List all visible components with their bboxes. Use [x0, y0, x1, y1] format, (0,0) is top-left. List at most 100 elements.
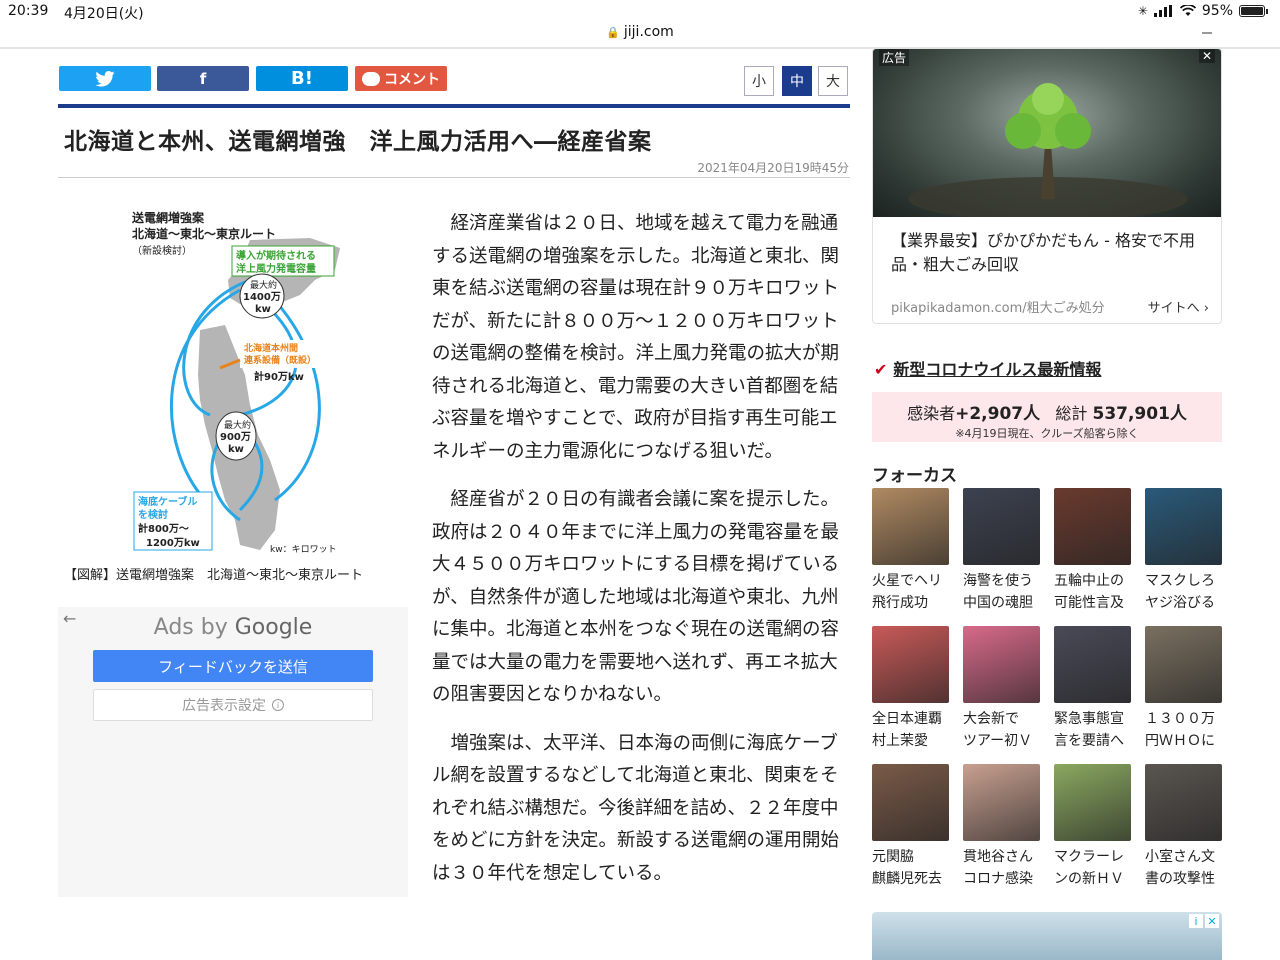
figure-cable-3: 計800万～	[138, 522, 189, 535]
focus-thumbnail	[963, 764, 1040, 841]
font-size-large-button[interactable]: 大	[818, 66, 848, 96]
focus-thumbnail	[1145, 764, 1222, 841]
article-paragraph: 経済産業省は２０日、地域を越えて電力を融通する送電網の増強案を示した。北海道と東…	[432, 213, 840, 462]
focus-item[interactable]: 火星でヘリ 飛行成功	[872, 488, 949, 614]
font-size-medium-button[interactable]: 中	[782, 66, 812, 96]
bottom-ad[interactable]: i ✕	[872, 912, 1222, 960]
focus-caption: 緊急事態宣 言を要請へ	[1054, 711, 1124, 749]
figure-max1-b: 1400万	[243, 291, 281, 303]
focus-caption: 五輪中止の 可能性言及	[1054, 573, 1124, 611]
focus-thumbnail	[1145, 488, 1222, 565]
send-feedback-button[interactable]: フィードバックを送信	[93, 650, 373, 682]
figure-heading-2: 北海道～東北～東京ルート	[132, 226, 276, 241]
focus-item[interactable]: 全日本連覇 村上茉愛	[872, 626, 949, 752]
focus-thumbnail	[1054, 626, 1131, 703]
sponsored-ad-card[interactable]: 広告 ✕ 【業界最安】ぴかぴかだもん - 格安で不用品・粗大ごみ回収 pikap…	[872, 48, 1222, 324]
comment-button[interactable]: コメント	[355, 66, 447, 91]
tree-illustration	[908, 83, 1188, 221]
ad-image	[873, 49, 1221, 221]
focus-caption: 元関脇 麒麟児死去	[872, 849, 942, 887]
article-figure[interactable]: 送電網増強案 北海道～東北～東京ルート （新設検討） 導入が期待される 洋上風力…	[100, 200, 400, 560]
figure-max2-a: 最大約	[224, 419, 251, 431]
ad-site-link[interactable]: サイトへ ›	[1148, 297, 1209, 316]
article-paragraph: 増強案は、太平洋、日本海の両側に海底ケーブル網を設置するなどして北海道と東北、関…	[432, 732, 840, 884]
figure-heading-1: 送電網増強案	[131, 210, 205, 225]
figure-max2-b: 900万	[220, 431, 251, 443]
focus-item[interactable]: マスクしろ ヤジ浴びる	[1145, 488, 1222, 614]
focus-item[interactable]: 海警を使う 中国の魂胆	[963, 488, 1040, 614]
figure-orange-2: 連系設備（既設）	[244, 354, 316, 366]
corona-note: ※4月19日現在、クルーズ船客ら除く	[955, 427, 1139, 440]
focus-item[interactable]: 五輪中止の 可能性言及	[1054, 488, 1131, 614]
lock-icon: 🔒	[606, 26, 620, 39]
figure-max1-c: kw	[255, 304, 271, 315]
comment-bubble-icon	[362, 71, 380, 86]
ad-label: 広告	[879, 49, 910, 66]
figure-cable-2: を検討	[138, 508, 168, 521]
focus-item[interactable]: 小室さん文 書の攻撃性	[1145, 764, 1222, 890]
figure-green-1: 導入が期待される	[236, 249, 316, 262]
hatena-bookmark-button[interactable]: B!	[256, 66, 348, 91]
total-label: 総計	[1055, 404, 1088, 423]
total-count: 537,901人	[1092, 404, 1187, 424]
font-size-small-button[interactable]: 小	[744, 66, 774, 96]
focus-item[interactable]: 元関脇 麒麟児死去	[872, 764, 949, 890]
focus-thumbnail	[872, 764, 949, 841]
divider	[58, 177, 850, 178]
infected-count: +2,907人	[955, 404, 1041, 424]
title-bar-accent	[58, 104, 850, 108]
figure-max1-a: 最大約	[250, 279, 277, 291]
article-date: 2021年04月20日19時45分	[697, 161, 849, 175]
wifi-icon	[1179, 5, 1196, 16]
figure-unit: kw：キロワット	[270, 545, 337, 555]
focus-caption: 海警を使う 中国の魂胆	[963, 573, 1033, 611]
focus-caption: 大会新で ツアー初Ｖ	[963, 711, 1033, 749]
focus-item[interactable]: 大会新で ツアー初Ｖ	[963, 626, 1040, 752]
corona-stats[interactable]: 感染者+2,907人 総計 537,901人 ※4月19日現在、クルーズ船客ら除…	[872, 392, 1222, 442]
ad-close-icon[interactable]: ✕	[1198, 49, 1215, 63]
article-paragraph: 経産省が２０日の有識者会議に案を提示した。政府は２０４０年までに洋上風力の発電容…	[432, 489, 840, 705]
google-ad-panel: ← Ads by Google フィードバックを送信 広告表示設定 i	[58, 607, 408, 897]
focus-caption: １３００万 円ＷＨＯに	[1145, 711, 1215, 749]
ads-by-google: Ads by Google	[153, 615, 313, 640]
battery-icon	[1239, 5, 1265, 17]
twitter-share-button[interactable]	[59, 66, 151, 91]
ad-headline[interactable]: 【業界最安】ぴかぴかだもん - 格安で不用品・粗大ごみ回収	[891, 229, 1211, 277]
chevron-right-icon: ›	[1203, 301, 1209, 316]
comment-label: コメント	[384, 71, 440, 88]
focus-caption: マスクしろ ヤジ浴びる	[1145, 573, 1215, 611]
ad-choices-icon[interactable]: i	[1189, 914, 1203, 928]
focus-caption: 火星でヘリ 飛行成功	[872, 573, 942, 611]
ad-close-icon[interactable]: ✕	[1205, 914, 1219, 928]
focus-thumbnail	[1054, 764, 1131, 841]
figure-cable-4: 1200万kw	[146, 537, 200, 549]
focus-caption: 貫地谷さん コロナ感染	[963, 849, 1033, 887]
signal-icon	[1153, 5, 1172, 17]
focus-caption: 小室さん文 書の攻撃性	[1145, 849, 1215, 887]
twitter-icon	[95, 70, 115, 87]
figure-caption[interactable]: 【図解】送電網増強案 北海道～東北～東京ルート	[64, 564, 363, 583]
figure-orange-1: 北海道本州間	[244, 342, 298, 354]
focus-item[interactable]: 貫地谷さん コロナ感染	[963, 764, 1040, 890]
article-title: 北海道と本州、送電網増強 洋上風力活用へ―経産省案	[64, 129, 652, 155]
focus-heading: フォーカス	[872, 466, 957, 486]
focus-thumbnail	[872, 626, 949, 703]
ad-settings-button[interactable]: 広告表示設定 i	[93, 689, 373, 721]
ad-domain: pikapikadamon.com/粗大ごみ処分	[891, 301, 1105, 316]
focus-thumbnail	[1054, 488, 1131, 565]
focus-item[interactable]: １３００万 円ＷＨＯに	[1145, 626, 1222, 752]
infected-label: 感染者	[907, 404, 956, 423]
focus-item[interactable]: 緊急事態宣 言を要請へ	[1054, 626, 1131, 752]
corona-heading-link[interactable]: ✔ 新型コロナウイルス最新情報	[874, 356, 1101, 380]
ad-settings-label: 広告表示設定	[182, 698, 266, 714]
figure-sub: （新設検討）	[132, 244, 192, 257]
url-bar[interactable]: 🔒 jiji.com	[0, 24, 1280, 48]
focus-thumbnail	[1145, 626, 1222, 703]
focus-item[interactable]: マクラーレ ンの新ＨＶ	[1054, 764, 1131, 890]
article-body: 経済産業省は２０日、地域を越えて電力を融通する送電網の増強案を示した。北海道と東…	[432, 208, 850, 906]
url-text: jiji.com	[623, 24, 674, 40]
check-icon: ✔	[874, 360, 888, 379]
toolbar-handle-icon[interactable]	[1202, 32, 1212, 34]
figure-orange-total: 計90万kw	[254, 370, 304, 383]
facebook-share-button[interactable]: f	[157, 66, 249, 91]
